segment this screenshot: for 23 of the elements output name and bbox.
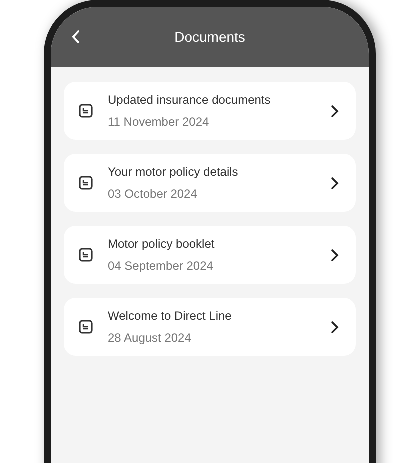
- back-chevron-icon: [71, 30, 81, 44]
- document-icon: [79, 248, 93, 262]
- document-date: 11 November 2024: [108, 114, 210, 131]
- document-icon: [79, 176, 93, 190]
- page-title: Documents: [174, 28, 246, 46]
- document-title: Updated insurance documents: [108, 92, 272, 109]
- chevron-right-icon: [331, 320, 339, 334]
- document-title: Your motor policy details: [108, 164, 240, 181]
- chevron-right-icon: [331, 104, 339, 118]
- chevron-right-icon: [331, 248, 339, 262]
- document-title: Motor policy booklet: [108, 236, 216, 253]
- document-icon: [79, 320, 93, 334]
- document-title: Welcome to Direct Line: [108, 308, 233, 325]
- document-date: 03 October 2024: [108, 186, 198, 203]
- document-card[interactable]: Motor policy booklet 04 September 2024: [64, 226, 356, 284]
- document-card[interactable]: Updated insurance documents 11 November 2024: [64, 82, 356, 140]
- document-card[interactable]: Welcome to Direct Line 28 August 2024: [64, 298, 356, 356]
- document-card[interactable]: Your motor policy details 03 October 2024: [64, 154, 356, 212]
- document-date: 28 August 2024: [108, 330, 192, 347]
- chevron-right-icon: [331, 176, 339, 190]
- document-date: 04 September 2024: [108, 258, 214, 275]
- document-icon: [79, 104, 93, 118]
- back-button[interactable]: [71, 30, 81, 44]
